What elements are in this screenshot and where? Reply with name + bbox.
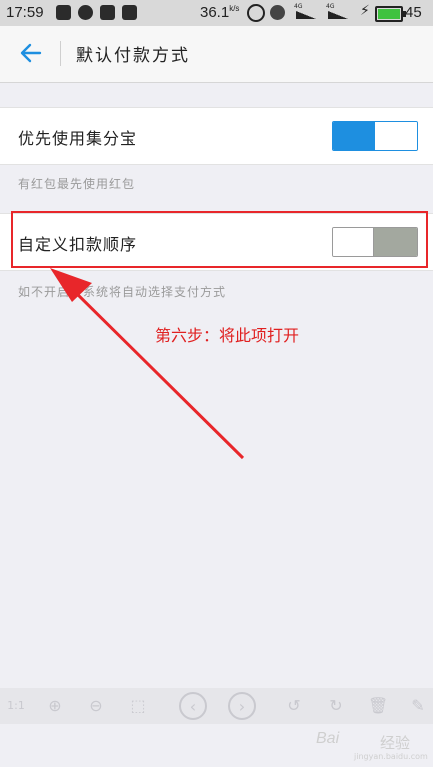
- highlight-box: [11, 211, 428, 268]
- app-notification-icon: [78, 5, 93, 20]
- step-annotation: 第六步：将此项打开: [155, 326, 300, 345]
- watermark-url: jingyan.baidu.com: [354, 752, 428, 761]
- setting-hint: 如不开启，系统将自动选择支付方式: [18, 285, 227, 299]
- watermark-brand: Bai: [316, 730, 340, 747]
- setting-label: 优先使用集分宝: [18, 129, 138, 148]
- alarm-icon: [247, 4, 265, 22]
- charging-icon: ⚡: [360, 3, 370, 19]
- toggle-on-fill: [333, 122, 375, 150]
- rotate-left-icon[interactable]: ↺: [284, 696, 304, 716]
- list-notification-icon: [122, 5, 137, 20]
- status-bar: 17:59 36.1k/s 4G 4G ⚡ 45: [0, 0, 433, 26]
- battery-icon: [375, 6, 406, 22]
- prev-icon[interactable]: ‹: [179, 692, 207, 720]
- delete-icon[interactable]: 🗑: [368, 696, 388, 716]
- back-arrow-icon[interactable]: [18, 40, 44, 66]
- actual-size-icon[interactable]: 1:1: [6, 696, 26, 716]
- network-speed: 36.1k/s: [200, 4, 240, 21]
- watermark-sub: 经验: [380, 734, 411, 752]
- fit-icon[interactable]: ⬚: [128, 696, 148, 716]
- wifi-icon: [270, 5, 285, 20]
- page-title: 默认付款方式: [76, 46, 190, 66]
- zoom-out-icon[interactable]: ⊖: [86, 696, 106, 716]
- setting-row-jifenbao: 优先使用集分宝: [0, 107, 433, 165]
- battery-level: 45: [405, 4, 422, 21]
- shield-notification-icon: [56, 5, 71, 20]
- jifenbao-toggle[interactable]: [332, 121, 418, 151]
- rotate-right-icon[interactable]: ↻: [326, 696, 346, 716]
- viewer-toolbar: 1:1 ⊕ ⊖ ⬚ ‹ › ↺ ↻ 🗑 ✎: [0, 688, 433, 724]
- bell-notification-icon: [100, 5, 115, 20]
- edit-icon[interactable]: ✎: [408, 696, 428, 716]
- nav-divider: [60, 41, 61, 66]
- status-time: 17:59: [6, 4, 44, 21]
- zoom-in-icon[interactable]: ⊕: [45, 696, 65, 716]
- next-icon[interactable]: ›: [228, 692, 256, 720]
- setting-hint: 有红包最先使用红包: [18, 177, 136, 191]
- baidu-watermark: Bai 经验 jingyan.baidu.com: [316, 722, 428, 762]
- signal-icon-1: 4G: [294, 3, 320, 19]
- nav-bar: 默认付款方式: [0, 26, 433, 83]
- toggle-knob: [375, 122, 417, 150]
- signal-icon-2: 4G: [326, 3, 352, 19]
